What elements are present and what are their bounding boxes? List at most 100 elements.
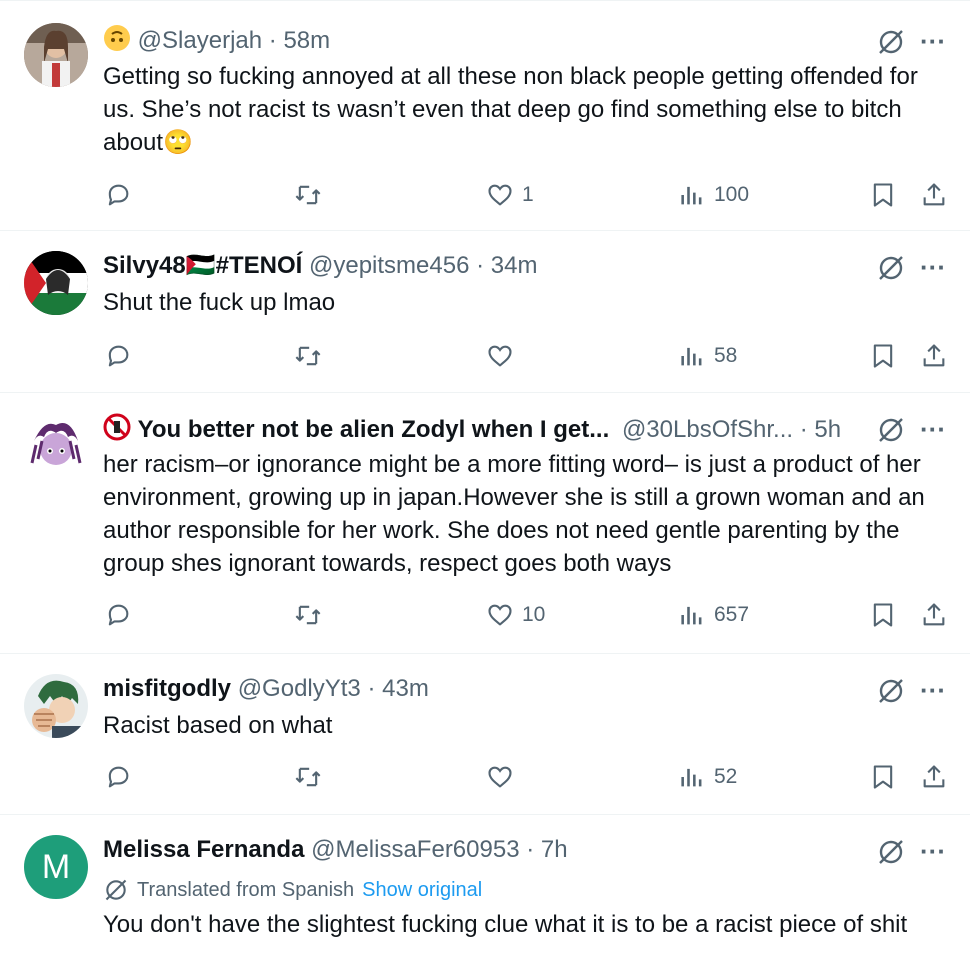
heart-icon [488, 345, 512, 367]
tweet-actions: 58 [0, 336, 970, 376]
translation-notice: Translated from Spanish Show original [103, 877, 482, 903]
separator-dot: · [476, 252, 485, 279]
separator-dot: · [526, 836, 535, 863]
share-button[interactable] [920, 336, 948, 376]
view-count: 58 [714, 344, 738, 367]
more-options-icon[interactable]: ··· [918, 254, 948, 287]
separator-dot: · [367, 675, 376, 702]
avatar[interactable] [24, 674, 88, 738]
tweet-header: Silvy48🇵🇸#TENOÍ @yepitsme456 · 34m [103, 251, 860, 281]
tweet-actions: 10 657 [0, 595, 970, 635]
grok-icon[interactable] [876, 415, 906, 445]
user-handle[interactable]: @MelissaFer60953 [311, 836, 519, 863]
bookmark-icon [873, 344, 893, 368]
like-button[interactable]: 1 [486, 175, 534, 215]
retweet-button[interactable] [294, 757, 322, 797]
display-name[interactable]: Silvy48🇵🇸#TENOÍ [103, 252, 302, 279]
avatar-image [24, 251, 88, 315]
tweet[interactable]: Silvy48🇵🇸#TENOÍ @yepitsme456 · 34m ··· S… [0, 230, 970, 392]
share-button[interactable] [920, 175, 948, 215]
retweet-icon [295, 346, 321, 366]
tweet-text: Racist based on what [103, 712, 333, 739]
show-original-link[interactable]: Show original [362, 879, 482, 902]
reply-button[interactable] [104, 336, 132, 376]
views-icon [681, 606, 702, 625]
user-handle[interactable]: @GodlyYt3 [238, 675, 361, 702]
display-name[interactable]: misfitgodly [103, 675, 231, 702]
bookmark-button[interactable] [869, 757, 897, 797]
reply-button[interactable] [104, 175, 132, 215]
more-options-icon[interactable]: ··· [918, 28, 948, 61]
views-button[interactable]: 58 [678, 336, 737, 376]
avatar[interactable] [24, 23, 88, 87]
display-name[interactable]: You better not be alien Zodyl when I get… [138, 416, 610, 443]
tweet-text: Shut the fuck up lmao [103, 289, 336, 316]
share-button[interactable] [920, 595, 948, 635]
tweet-header: misfitgodly @GodlyYt3 · 43m [103, 674, 860, 704]
tweet-text: her racism–or ignorance might be a more … [103, 451, 925, 577]
avatar[interactable] [24, 251, 88, 315]
avatar-image [24, 415, 88, 479]
heart-icon [488, 604, 512, 626]
reply-icon [108, 604, 129, 626]
bookmark-button[interactable] [869, 175, 897, 215]
avatar[interactable] [24, 415, 88, 479]
avatar-image [24, 23, 88, 87]
bookmark-icon [873, 765, 893, 789]
like-button[interactable] [486, 757, 514, 797]
reply-button[interactable] [104, 595, 132, 635]
timestamp[interactable]: 7h [541, 836, 568, 863]
more-options-icon[interactable]: ··· [918, 838, 948, 871]
view-count: 52 [714, 765, 738, 788]
more-options-icon[interactable]: ··· [918, 416, 948, 449]
share-button[interactable] [920, 757, 948, 797]
retweet-icon [295, 605, 321, 625]
retweet-button[interactable] [294, 175, 322, 215]
retweet-icon [295, 185, 321, 205]
timestamp[interactable]: 34m [491, 252, 538, 279]
timestamp[interactable]: 43m [382, 675, 429, 702]
smiley-emoji-icon [103, 24, 131, 60]
tweet-actions: 52 [0, 757, 970, 797]
tweet[interactable]: You better not be alien Zodyl when I get… [0, 392, 970, 653]
tweet-header: Melissa Fernanda @MelissaFer60953 · 7h [103, 835, 860, 865]
views-icon [681, 768, 702, 787]
retweet-button[interactable] [294, 595, 322, 635]
translated-label: Translated from Spanish [137, 878, 355, 901]
reply-button[interactable] [104, 757, 132, 797]
user-handle[interactable]: @Slayerjah [138, 27, 262, 54]
avatar[interactable]: M [24, 835, 88, 899]
views-button[interactable]: 657 [678, 595, 749, 635]
timestamp[interactable]: 58m [283, 27, 330, 54]
tweet[interactable]: misfitgodly @GodlyYt3 · 43m ··· Racist b… [0, 653, 970, 814]
views-icon [681, 186, 702, 205]
user-handle[interactable]: @yepitsme456 [309, 252, 469, 279]
retweet-icon [295, 767, 321, 787]
grok-icon[interactable] [876, 837, 906, 867]
views-button[interactable]: 52 [678, 757, 737, 797]
grok-icon[interactable] [876, 253, 906, 283]
avatar-image [24, 674, 88, 738]
no-entry-emoji-icon [103, 413, 131, 449]
tweet[interactable]: @Slayerjah · 58m ··· Getting so fucking … [0, 0, 970, 230]
display-name[interactable]: Melissa Fernanda [103, 836, 304, 863]
reply-icon [108, 184, 129, 206]
like-button[interactable] [486, 336, 514, 376]
more-options-icon[interactable]: ··· [918, 677, 948, 710]
view-count: 657 [714, 603, 750, 626]
separator-dot: · [268, 27, 277, 54]
views-button[interactable]: 100 [678, 175, 749, 215]
reply-icon [108, 766, 129, 788]
bookmark-button[interactable] [869, 336, 897, 376]
timestamp[interactable]: 5h [814, 416, 841, 443]
grok-icon[interactable] [876, 676, 906, 706]
share-icon [923, 344, 945, 367]
grok-icon[interactable] [876, 27, 906, 57]
like-button[interactable]: 10 [486, 595, 545, 635]
user-handle[interactable]: @30LbsOfShr... [622, 416, 793, 443]
retweet-button[interactable] [294, 336, 322, 376]
bookmark-button[interactable] [869, 595, 897, 635]
bookmark-icon [873, 603, 893, 627]
tweet[interactable]: M Melissa Fernanda @MelissaFer60953 · 7h… [0, 814, 970, 962]
share-icon [923, 183, 945, 206]
